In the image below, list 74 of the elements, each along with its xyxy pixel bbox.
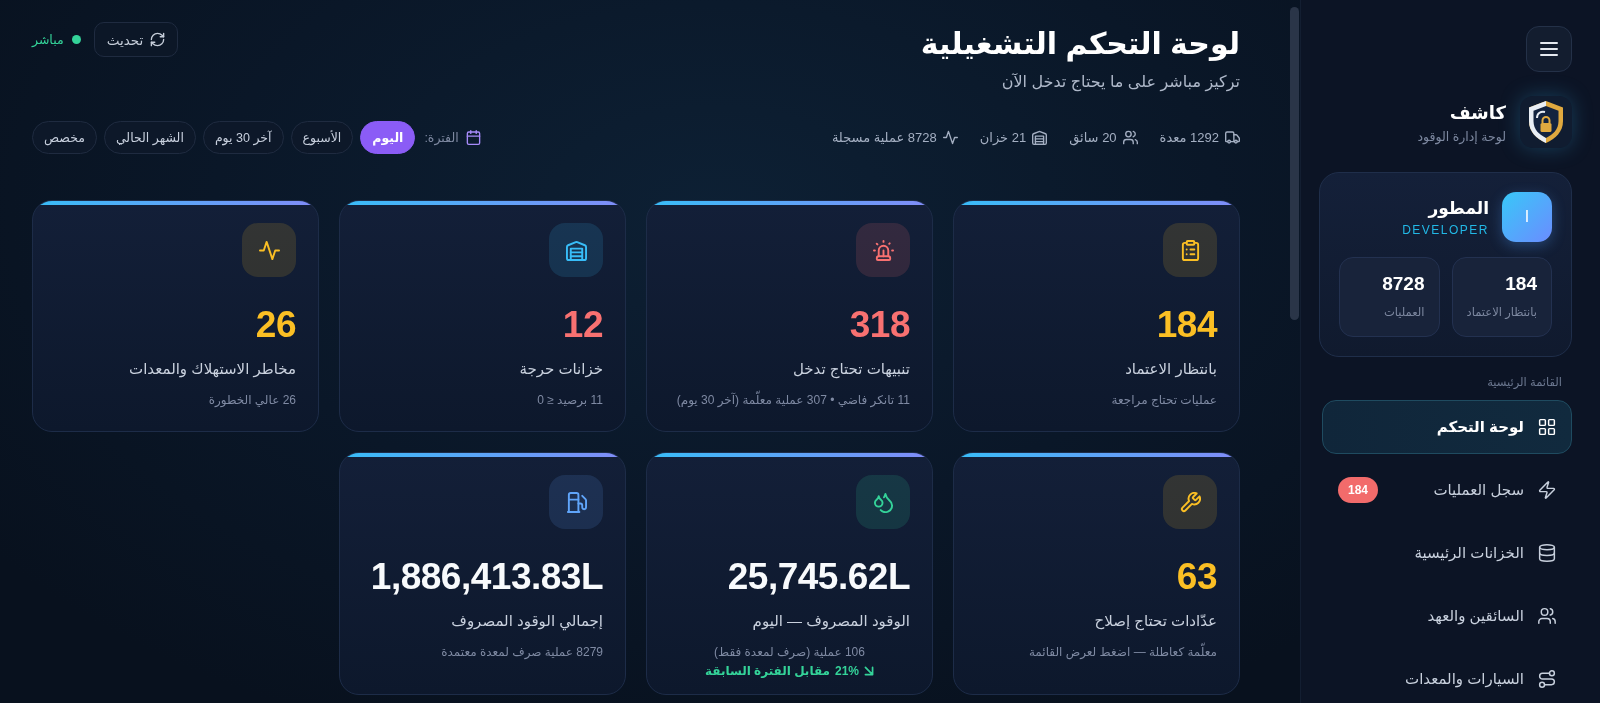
nav-item[interactable]: السائقين والعهد — [1322, 589, 1572, 643]
menu-icon — [1540, 40, 1558, 58]
stat-label: الوقود المصروف — اليوم — [752, 611, 910, 632]
stat-label: إجمالي الوقود المصروف — [451, 611, 603, 633]
stat-value: 184 — [1156, 303, 1217, 347]
stat-note: 106 عملية (صرف لمعدة فقط) — [714, 644, 865, 661]
period-chip[interactable]: مخصص — [32, 121, 97, 154]
stat-tile-label: بانتظار الاعتماد — [1466, 305, 1537, 319]
siren-icon — [856, 223, 910, 277]
summary-stat: 8728 عملية مسجلة — [831, 130, 937, 145]
stat-tile-label: العمليات — [1383, 305, 1425, 319]
shield-logo-icon — [1520, 96, 1572, 148]
user-role: DEVELOPER — [1402, 223, 1489, 237]
period-chip[interactable]: اليوم — [360, 121, 416, 154]
database-icon — [1538, 544, 1556, 562]
refresh-button[interactable]: تحديث — [93, 22, 179, 57]
brand-name: كاشف — [1448, 102, 1506, 125]
pulse-line-icon — [242, 223, 296, 277]
page-title: لوحة التحكم التشغيلية — [920, 26, 1240, 64]
route-icon — [1538, 670, 1556, 688]
stat-value: 26 — [255, 303, 296, 347]
stat-note: 26 عالي الخطورة — [208, 392, 296, 409]
stat-label: خزانات حرجة — [519, 359, 603, 380]
stat-note: معلّمة كعاطلة — اضغط لعرض القائمة — [1028, 642, 1217, 662]
stat-value: 1,886,413.83L — [370, 555, 603, 599]
menu-button[interactable] — [1526, 26, 1572, 72]
stat-value: 12 — [562, 303, 603, 347]
period-chip[interactable]: الشهر الحالي — [103, 121, 196, 154]
lightning-icon — [1538, 481, 1556, 499]
stat-note: 11 برصيد ≤ 0 — [537, 392, 603, 409]
period-label: الفترة: — [424, 130, 459, 145]
fuel-pump-icon — [549, 475, 603, 529]
stat-label: عدّادات تحتاج إصلاح — [1094, 611, 1217, 633]
summary-stat: 21 خزان — [979, 130, 1027, 145]
stat-label: مخاطر الاستهلاك والمعدات — [129, 359, 296, 380]
menu-section-title: القائمة الرئيسية — [1486, 375, 1562, 390]
period-chip[interactable]: آخر 30 يوم — [202, 121, 284, 154]
stat-tile-value: 8728 — [1381, 272, 1425, 296]
trend-value: 21% — [834, 664, 859, 678]
calendar-icon — [465, 130, 481, 145]
users-icon — [1122, 130, 1138, 145]
live-status-label: مباشر — [32, 32, 64, 47]
trend-text: مقابل الفترة السابقة — [705, 664, 830, 678]
warehouse-icon — [549, 223, 603, 277]
brand-tagline: لوحة إدارة الوقود — [1417, 129, 1506, 144]
page-subtitle: تركيز مباشر على ما يحتاج تدخل الآن — [1000, 72, 1240, 93]
droplets-icon — [856, 475, 910, 529]
stat-note: عمليات تحتاج مراجعة — [1111, 392, 1217, 410]
summary-stat: 1292 معدة — [1159, 130, 1219, 145]
stat-label: بانتظار الاعتماد — [1125, 359, 1217, 380]
stat-tile-value: 184 — [1504, 272, 1537, 296]
pulse-line-icon — [942, 130, 958, 145]
nav-item[interactable]: السيارات والمعدات — [1322, 652, 1572, 703]
nav-item[interactable]: الخزانات الرئيسية — [1322, 526, 1572, 580]
stat-value: 25,745.62L — [727, 555, 910, 599]
count-badge: 184 — [1338, 477, 1379, 503]
period-chip[interactable]: الأسبوع — [290, 121, 354, 154]
nav-item[interactable]: لوحة التحكم — [1322, 400, 1572, 454]
users-icon — [1538, 607, 1556, 625]
refresh-icon — [150, 32, 166, 47]
stat-label: تنبيهات تحتاج تدخل — [793, 359, 910, 381]
stat-value: 318 — [849, 303, 910, 347]
warehouse-icon — [1032, 130, 1048, 145]
user-avatar: I — [1502, 192, 1552, 242]
clipboard-list-icon — [1163, 223, 1217, 277]
stat-note: 11 تانكر فاضي • 307 عملية معلّمة (آخر 30 يوم) — [676, 390, 910, 410]
summary-stat: 20 سائق — [1069, 130, 1117, 145]
user-name: المطور — [1426, 198, 1489, 220]
wrench-icon — [1163, 475, 1217, 529]
stat-note: 8279 عملية صرف لمعدة معتمدة — [441, 644, 603, 661]
scrollbar-thumb[interactable] — [1289, 7, 1299, 320]
truck-icon — [1225, 130, 1240, 145]
grid-icon — [1538, 418, 1556, 436]
stat-value: 63 — [1176, 555, 1217, 599]
